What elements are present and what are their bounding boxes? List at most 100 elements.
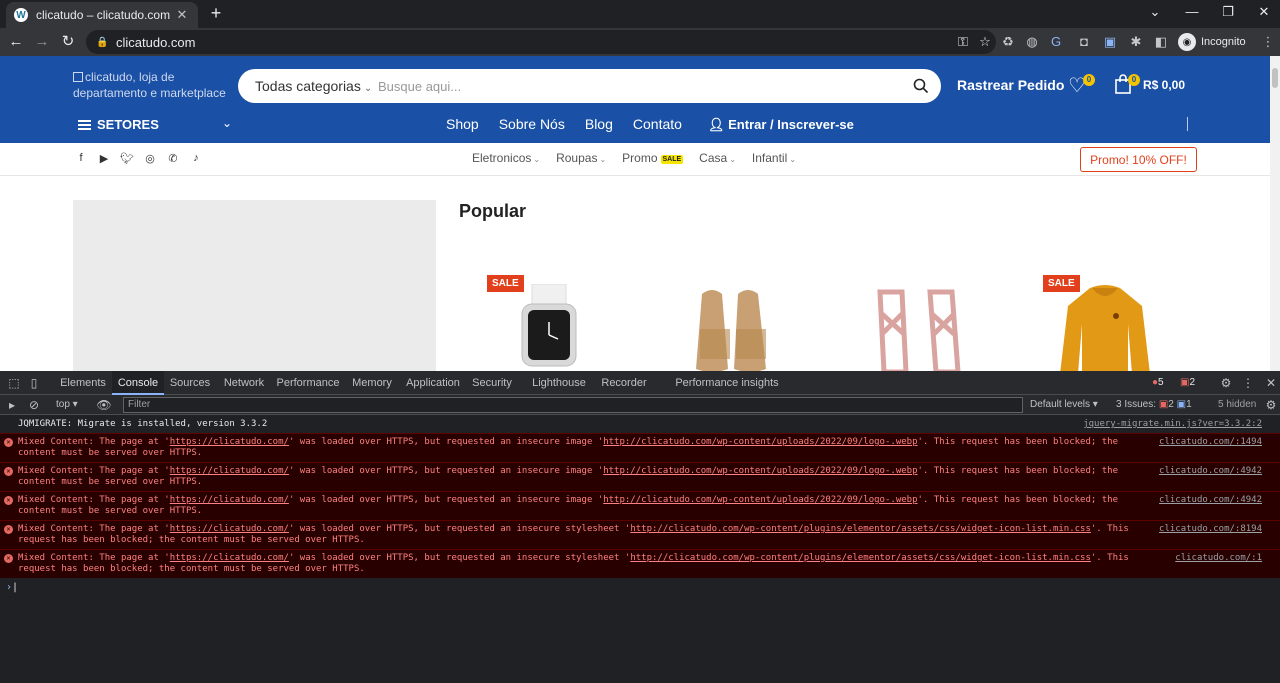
extensions-puzzle-icon[interactable]: ✱ [1126, 32, 1146, 52]
devtools-tab-performance[interactable]: Performance [274, 371, 342, 395]
cat-infantil[interactable]: Infantil ⌄ [752, 151, 796, 165]
resource-url-link[interactable]: http://clicatudo.com/wp-content/uploads/… [603, 466, 917, 476]
page-url-link[interactable]: https://clicatudo.com/ [170, 495, 289, 505]
devtools-tab-lighthouse[interactable]: Lighthouse [530, 371, 588, 395]
cat-casa[interactable]: Casa ⌄ [699, 151, 736, 165]
address-bar[interactable]: 🔒 clicatudo.com ⚿ ☆ [86, 30, 996, 54]
settings-gear-icon[interactable]: ⚙ [1218, 375, 1234, 391]
search-input[interactable] [378, 78, 901, 94]
lock-icon[interactable]: 🔒 [96, 37, 110, 48]
window-close-icon[interactable]: ✕ [1246, 2, 1280, 24]
whatsapp-icon[interactable]: ✆ [166, 152, 180, 165]
browser-menu-icon[interactable]: ⋮ [1258, 32, 1278, 52]
forward-icon[interactable]: → [32, 32, 52, 52]
product-image-sandals[interactable] [872, 284, 962, 371]
more-options-icon[interactable]: ⋮ [1240, 375, 1256, 391]
cat-eletronicos[interactable]: Eletronicos ⌄ [472, 151, 540, 165]
sidebar-toggle-icon[interactable]: ▸ [4, 397, 20, 413]
side-panel-icon[interactable]: ◧ [1151, 32, 1171, 52]
facebook-icon[interactable]: f [74, 152, 88, 165]
close-devtools-icon[interactable]: ✕ [1263, 375, 1279, 391]
msg-part: Mixed Content: The page at ' [18, 524, 170, 534]
issues-link[interactable]: 3 Issues: ▣2 ▣1 [1116, 397, 1192, 413]
back-icon[interactable]: ← [6, 32, 26, 52]
product-image-watch[interactable] [518, 283, 608, 371]
inspect-element-icon[interactable]: ⬚ [6, 375, 22, 391]
console-prompt-input[interactable]: ›| [0, 582, 1280, 593]
cat-roupas[interactable]: Roupas ⌄ [556, 151, 606, 165]
devtools-tab-network[interactable]: Network [218, 371, 270, 395]
promo-button[interactable]: Promo! 10% OFF! [1080, 147, 1197, 172]
bookmark-star-icon[interactable]: ☆ [974, 34, 996, 50]
product-image-hoodie[interactable] [1060, 284, 1150, 371]
message-source-link[interactable]: jquery-migrate.min.js?ver=3.3.2:2 [1083, 419, 1262, 430]
product-image-shoes[interactable] [692, 284, 782, 371]
console-filter-input[interactable]: Filter [123, 397, 1023, 413]
message-source-link[interactable]: clicatudo.com/:1494 [1159, 437, 1262, 448]
search-icon[interactable] [901, 69, 941, 103]
tiktok-icon[interactable]: ♪ [189, 152, 203, 165]
devtools-tab-elements[interactable]: Elements [56, 371, 110, 395]
category-select[interactable]: Todas categorias ⌄ [238, 78, 378, 94]
cat-promo[interactable]: Promo SALE [622, 151, 684, 165]
message-source-link[interactable]: clicatudo.com/:1 [1175, 553, 1262, 564]
setores-menu-button[interactable]: SETORES [78, 117, 159, 132]
devtools-tab-memory[interactable]: Memory [346, 371, 398, 395]
restore-icon[interactable]: ❐ [1210, 2, 1246, 24]
site-logo[interactable]: clicatudo, loja de departamento e market… [73, 69, 233, 101]
error-counter[interactable]: ●5 [1152, 375, 1164, 391]
page-url-link[interactable]: https://clicatudo.com/ [170, 437, 289, 447]
extension-screen-icon[interactable]: ▣ [1100, 32, 1120, 52]
url-text[interactable]: clicatudo.com [116, 35, 952, 50]
track-order-link[interactable]: Rastrear Pedido [957, 77, 1064, 93]
message-source-link[interactable]: clicatudo.com/:4942 [1159, 466, 1262, 477]
resource-url-link[interactable]: http://clicatudo.com/wp-content/plugins/… [630, 524, 1091, 534]
devtools-tab-recorder[interactable]: Recorder ♙ [596, 371, 652, 413]
resource-url-link[interactable]: http://clicatudo.com/wp-content/uploads/… [603, 437, 917, 447]
page-url-link[interactable]: https://clicatudo.com/ [170, 466, 289, 476]
page-scrollbar[interactable] [1270, 56, 1280, 371]
browser-tab[interactable]: W clicatudo – clicatudo.com ✕ [6, 2, 198, 28]
message-source-link[interactable]: clicatudo.com/:8194 [1159, 524, 1262, 535]
cart-total[interactable]: R$ 0,00 [1143, 78, 1185, 92]
incognito-profile[interactable]: ◉ Incognito [1178, 32, 1246, 52]
devtools-tab-console[interactable]: Console [112, 371, 164, 395]
issues-counter[interactable]: ▣2 [1180, 375, 1195, 391]
new-tab-icon[interactable]: + [206, 4, 226, 24]
resource-url-link[interactable]: http://clicatudo.com/wp-content/plugins/… [630, 553, 1091, 563]
nav-contato[interactable]: Contato [633, 116, 682, 132]
clear-console-icon[interactable]: ⊘ [26, 397, 42, 413]
console-settings-gear-icon[interactable]: ⚙ [1263, 397, 1279, 413]
instagram-icon[interactable]: ◎ [143, 152, 157, 165]
log-levels-select[interactable]: Default levels ▾ [1030, 397, 1098, 413]
youtube-icon[interactable]: ▶ [97, 152, 111, 165]
page-url-link[interactable]: https://clicatudo.com/ [170, 553, 289, 563]
reload-icon[interactable]: ↻ [58, 32, 78, 52]
device-toolbar-icon[interactable]: ▯ [26, 375, 42, 391]
extension-camera-icon[interactable]: ◘ [1074, 32, 1094, 52]
login-link[interactable]: 👤︎ Entrar / Inscrever-se [708, 117, 854, 133]
live-expression-eye-icon[interactable]: 👁︎ [96, 397, 112, 413]
nav-blog[interactable]: Blog [585, 116, 613, 132]
message-source-link[interactable]: clicatudo.com/:4942 [1159, 495, 1262, 506]
devtools-tab-sources[interactable]: Sources [166, 371, 214, 395]
devtools-tab-application[interactable]: Application [402, 371, 464, 395]
resource-url-link[interactable]: http://clicatudo.com/wp-content/uploads/… [603, 495, 917, 505]
extension-translate-icon[interactable]: G [1046, 32, 1066, 52]
key-icon[interactable]: ⚿ [952, 34, 974, 50]
extension-recycle-icon[interactable]: ♻ [998, 32, 1018, 52]
page-url-link[interactable]: https://clicatudo.com/ [170, 524, 289, 534]
context-select[interactable]: top ▾ [56, 397, 78, 413]
nav-shop[interactable]: Shop [446, 116, 479, 132]
tab-close-icon[interactable]: ✕ [174, 7, 190, 23]
nav-sobre-nos[interactable]: Sobre Nós [499, 116, 565, 132]
devtools-tab-security[interactable]: Security [468, 371, 516, 395]
chevron-down-icon[interactable]: ⌄ [222, 116, 232, 130]
twitter-icon[interactable]: 🐦︎ [120, 152, 134, 165]
scrollbar-thumb[interactable] [1272, 68, 1278, 88]
banner-placeholder[interactable] [73, 200, 436, 371]
minimize-icon[interactable]: — [1174, 2, 1210, 24]
tab-search-chevron-icon[interactable]: ⌄ [1137, 2, 1173, 24]
extension-globe-icon[interactable]: ◍ [1022, 32, 1042, 52]
devtools-tab-performance-insights[interactable]: Performance insights ♙ [672, 371, 782, 413]
